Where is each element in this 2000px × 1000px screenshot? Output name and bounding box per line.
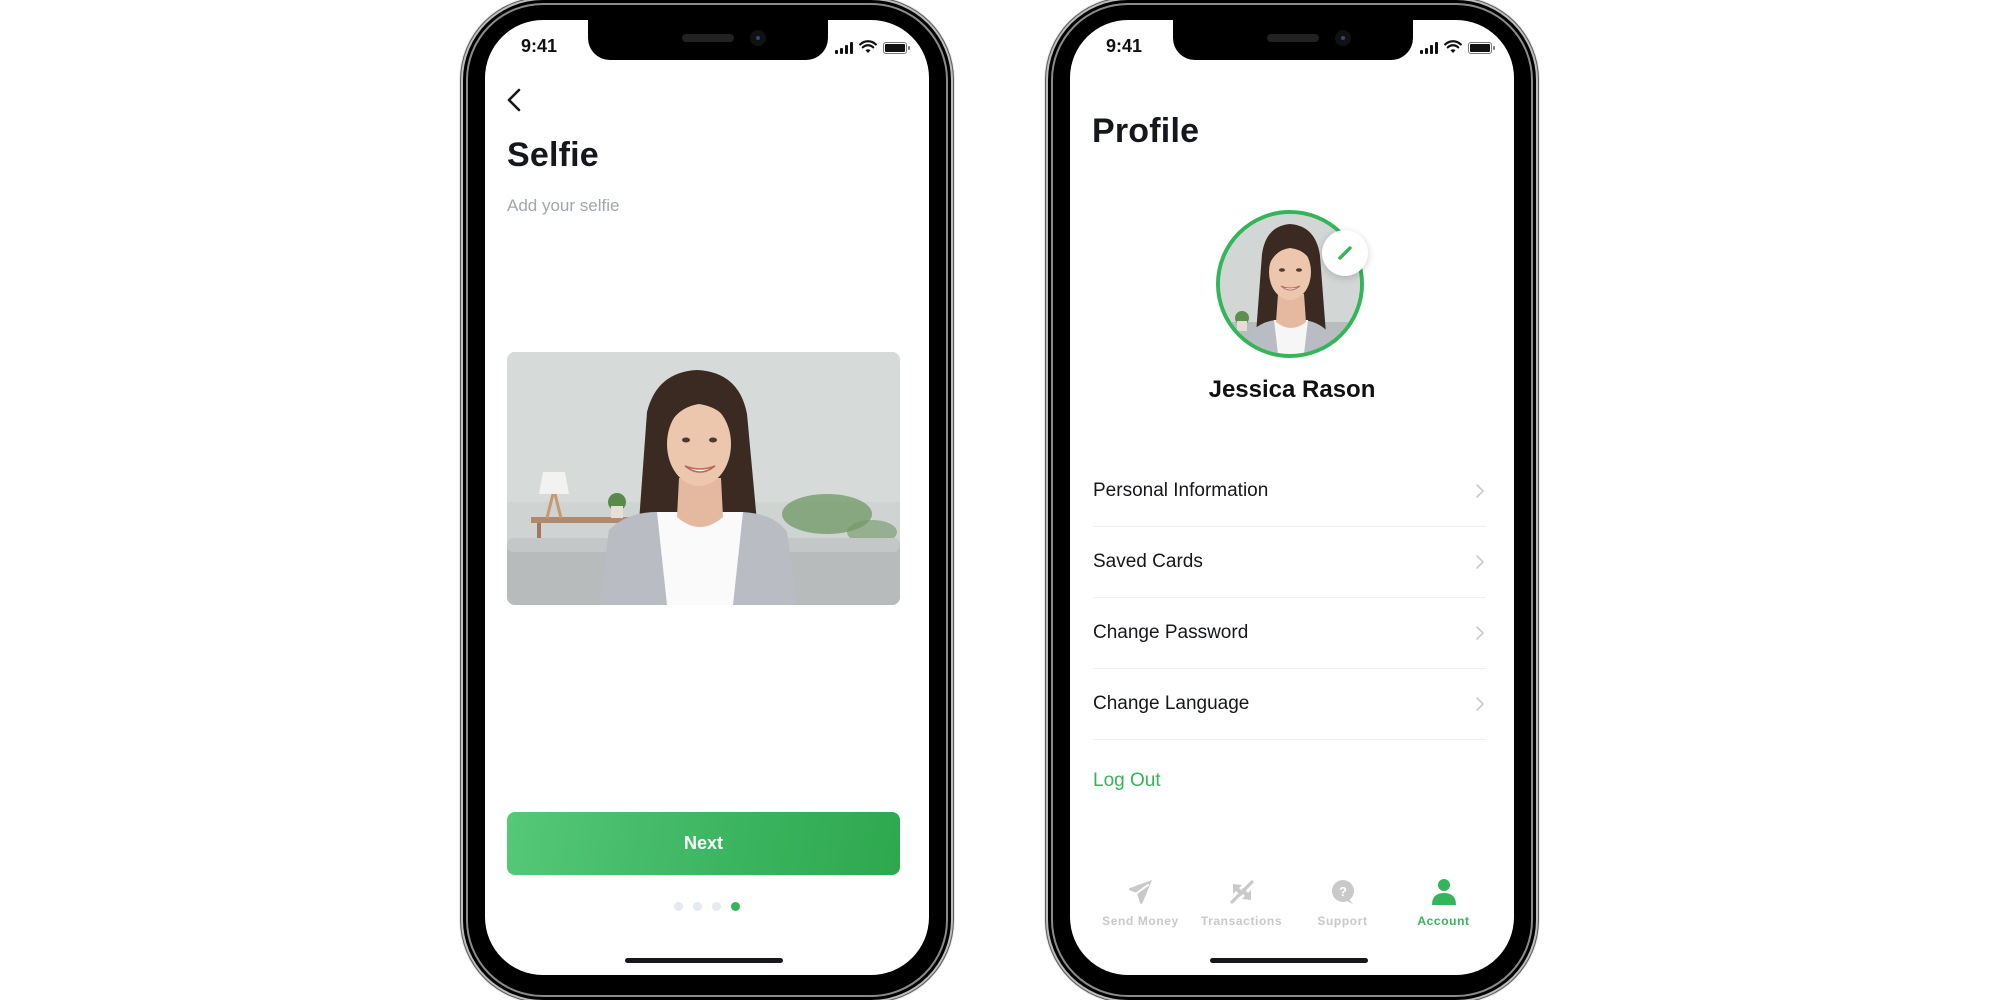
menu-item-saved-cards[interactable]: Saved Cards: [1093, 527, 1486, 598]
chevron-right-icon: [1476, 484, 1484, 498]
tab-account[interactable]: Account: [1393, 878, 1494, 948]
next-button[interactable]: Next: [507, 812, 900, 875]
status-icons: [835, 40, 910, 54]
status-time: 9:41: [1106, 36, 1143, 56]
selfie-photo[interactable]: [507, 352, 900, 605]
back-button[interactable]: [503, 86, 527, 114]
menu-item-label: Personal Information: [1093, 480, 1269, 501]
chevron-right-icon: [1476, 626, 1484, 640]
tab-transactions[interactable]: Transactions: [1191, 878, 1292, 948]
phone-profile: 9:41 Profile Jessica Rason Personal Info…: [1044, 0, 1540, 1000]
selfie-screen: 9:41 Selfie Add your selfie Next: [485, 20, 929, 975]
speaker: [1267, 34, 1319, 42]
notch: [1173, 20, 1413, 60]
tab-label: Transactions: [1200, 914, 1283, 928]
menu-item-label: Change Language: [1093, 693, 1250, 714]
page-dot[interactable]: [712, 902, 721, 911]
svg-text:?: ?: [1339, 884, 1347, 899]
battery-icon: [1468, 42, 1495, 54]
notch: [588, 20, 828, 60]
menu-item-label: Saved Cards: [1093, 551, 1203, 572]
user-icon: [1431, 879, 1456, 905]
page-dot[interactable]: [693, 902, 702, 911]
page-dot[interactable]: [674, 902, 683, 911]
pagination-dots: [485, 902, 929, 911]
phone-side-button: [1536, 258, 1540, 378]
home-indicator[interactable]: [1210, 958, 1368, 963]
wifi-icon: [1444, 40, 1462, 53]
menu-item-personal-information[interactable]: Personal Information: [1093, 456, 1486, 527]
front-camera: [750, 30, 766, 46]
speaker: [682, 34, 734, 42]
menu-item-label: Change Password: [1093, 622, 1249, 643]
status-icons: [1420, 40, 1495, 54]
home-indicator[interactable]: [625, 958, 783, 963]
pencil-icon: [1338, 246, 1352, 260]
profile-menu: Personal Information Saved Cards Change …: [1093, 456, 1486, 740]
transactions-icon: [1229, 880, 1254, 904]
menu-item-change-language[interactable]: Change Language: [1093, 669, 1486, 740]
edit-avatar-button[interactable]: [1322, 230, 1368, 276]
selfie-image: [507, 352, 900, 605]
signal-icon: [835, 42, 853, 54]
wifi-icon: [859, 40, 877, 53]
page-subtitle: Add your selfie: [507, 196, 620, 215]
phone-side-button: [951, 258, 955, 378]
tab-label: Send Money: [1102, 914, 1179, 928]
profile-screen: 9:41 Profile Jessica Rason Personal Info…: [1070, 20, 1514, 975]
send-icon: [1128, 880, 1152, 904]
tab-label: Account: [1417, 914, 1470, 928]
page-title: Profile: [1092, 112, 1200, 150]
page-title: Selfie: [507, 136, 599, 174]
page-dot-active[interactable]: [731, 902, 740, 911]
support-icon: ?: [1331, 880, 1354, 904]
front-camera: [1335, 30, 1351, 46]
chevron-right-icon: [1476, 555, 1484, 569]
menu-item-change-password[interactable]: Change Password: [1093, 598, 1486, 669]
bottom-tab-bar: Send Money Transactions ? Support Accoun…: [1090, 878, 1494, 948]
status-time: 9:41: [521, 36, 558, 56]
chevron-left-icon: [507, 88, 521, 112]
tab-support[interactable]: ? Support: [1292, 878, 1393, 948]
phone-selfie: 9:41 Selfie Add your selfie Next: [459, 0, 955, 1000]
battery-icon: [883, 42, 910, 54]
profile-name: Jessica Rason: [1208, 376, 1376, 403]
signal-icon: [1420, 42, 1438, 54]
logout-link[interactable]: Log Out: [1093, 770, 1161, 792]
avatar-container: [1216, 210, 1368, 358]
tab-send-money[interactable]: Send Money: [1090, 878, 1191, 948]
chevron-right-icon: [1476, 697, 1484, 711]
tab-label: Support: [1317, 914, 1368, 928]
